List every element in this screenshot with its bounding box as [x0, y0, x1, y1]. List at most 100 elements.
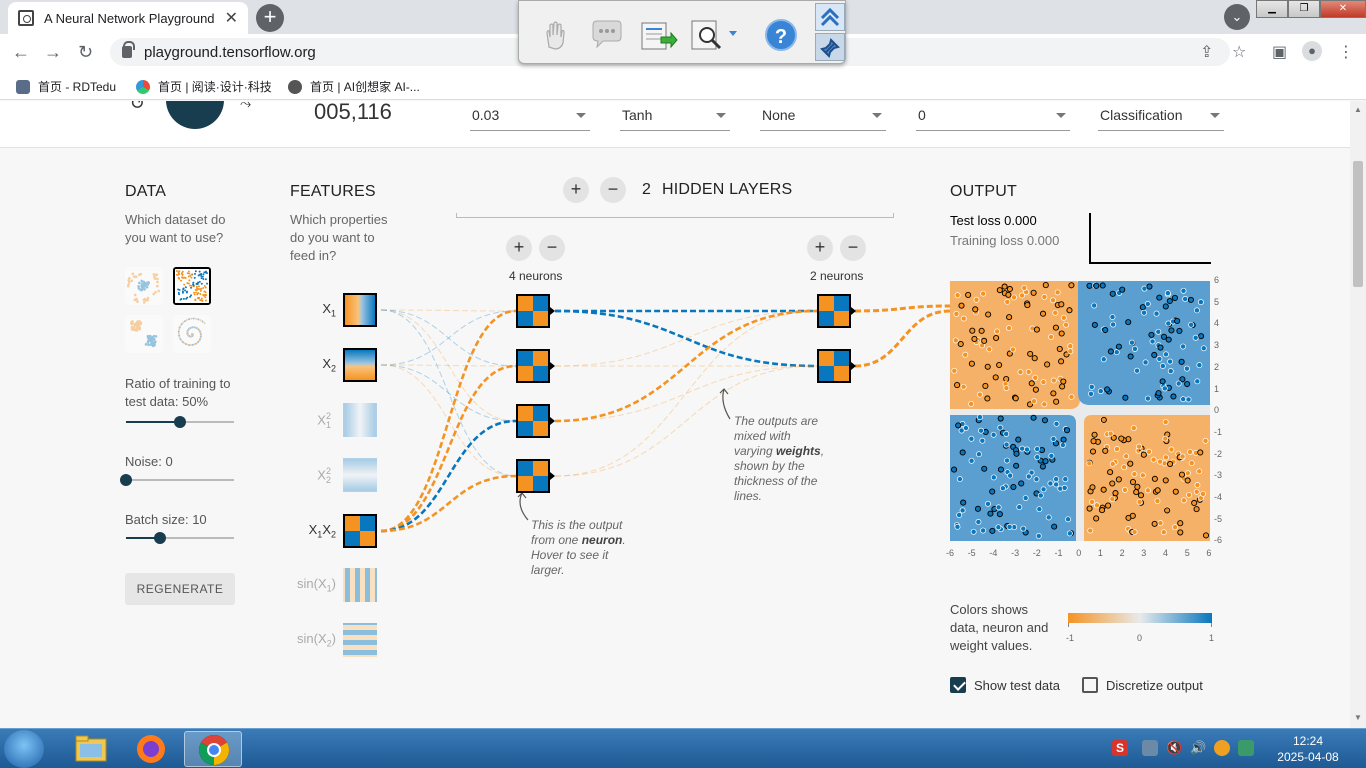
maximize-icon[interactable]: ❐: [1288, 0, 1320, 18]
add-neuron-layer1-button[interactable]: +: [506, 235, 532, 261]
heatmap-region: [950, 281, 1080, 409]
color-legend-bar: [1068, 613, 1212, 623]
neuron-node[interactable]: [516, 349, 550, 383]
data-point: [1066, 530, 1073, 537]
data-point: [1099, 282, 1106, 289]
weight-link: [554, 365, 818, 422]
start-button-icon[interactable]: [4, 730, 44, 768]
discretize-output-checkbox[interactable]: Discretize output: [1082, 677, 1203, 693]
add-layer-button[interactable]: +: [563, 177, 589, 203]
firefox-icon[interactable]: [122, 731, 180, 767]
taskbar-clock[interactable]: 12:24 2025-04-08: [1268, 733, 1348, 765]
menu-kebab-icon[interactable]: ⋮: [1338, 42, 1354, 62]
feature-node[interactable]: [343, 514, 377, 548]
note-bold: neuron: [581, 533, 623, 547]
neuron-node[interactable]: [817, 349, 851, 383]
data-point: [1041, 294, 1048, 300]
bookmark-item[interactable]: 首页 - RDTedu: [16, 78, 116, 95]
volume-icon[interactable]: 🔊: [1190, 740, 1206, 756]
data-point: [1051, 523, 1058, 530]
data-point: [1090, 438, 1097, 445]
minimize-icon[interactable]: ▁: [1256, 0, 1288, 18]
output-heatmap[interactable]: [950, 281, 1210, 541]
export-document-icon[interactable]: [639, 17, 678, 53]
feature-node[interactable]: [343, 293, 377, 327]
add-neuron-layer2-button[interactable]: +: [807, 235, 833, 261]
network-tray-icon[interactable]: [1142, 740, 1158, 756]
remove-neuron-layer1-button[interactable]: −: [539, 235, 565, 261]
help-icon[interactable]: ?: [765, 19, 797, 51]
scroll-up-icon[interactable]: ▲: [1354, 105, 1362, 114]
feature-label: X2: [322, 356, 336, 374]
reload-icon[interactable]: ↻: [78, 42, 93, 63]
comment-tool-icon[interactable]: [589, 17, 625, 53]
weight-link: [854, 309, 951, 368]
tray-monitor-icon[interactable]: [1238, 740, 1254, 756]
checkbox-checked-icon[interactable]: [950, 677, 966, 693]
y-tick-label: -5: [1214, 513, 1223, 524]
scrollbar-thumb[interactable]: [1353, 161, 1363, 287]
share-icon[interactable]: ⇪: [1200, 42, 1213, 62]
feature-node[interactable]: [343, 348, 377, 382]
browser-tab[interactable]: A Neural Network Playground ✕: [8, 2, 248, 34]
side-panel-icon[interactable]: ▣: [1272, 42, 1287, 62]
pin-icon[interactable]: [815, 33, 845, 61]
data-point: [1027, 350, 1034, 357]
data-point: [1004, 457, 1010, 464]
data-point: [1060, 378, 1067, 385]
data-point: [1172, 524, 1178, 531]
neuron-node[interactable]: [516, 459, 550, 493]
data-point: [1157, 344, 1164, 351]
tray-app-icon[interactable]: [1214, 740, 1230, 756]
feature-node[interactable]: [343, 623, 377, 657]
scroll-down-icon[interactable]: ▼: [1354, 713, 1362, 722]
feature-node[interactable]: [343, 568, 377, 602]
profile-avatar-icon[interactable]: ●: [1302, 41, 1322, 61]
file-explorer-icon[interactable]: [62, 731, 120, 767]
new-tab-button[interactable]: +: [256, 4, 284, 32]
tab-close-icon[interactable]: ✕: [225, 8, 238, 28]
close-window-icon[interactable]: ✕: [1320, 0, 1366, 18]
data-point: [981, 337, 988, 344]
checkbox-unchecked-icon[interactable]: [1082, 677, 1098, 693]
sogou-input-icon[interactable]: S: [1112, 740, 1128, 756]
page-scrollbar[interactable]: ▲ ▼: [1350, 101, 1366, 728]
data-point: [1168, 327, 1175, 334]
bookmark-item[interactable]: 首页 | AI创想家 AI-...: [288, 78, 420, 95]
data-point: [980, 290, 987, 297]
zoom-search-icon[interactable]: [689, 17, 737, 53]
data-point: [1133, 489, 1140, 496]
data-point: [1197, 449, 1204, 456]
neuron-node[interactable]: [817, 294, 851, 328]
chrome-icon[interactable]: [184, 731, 242, 767]
mute-speaker-icon[interactable]: 🔇: [1166, 740, 1182, 756]
data-point: [951, 367, 958, 374]
bookmark-item[interactable]: 首页 | 阅读·设计·科技: [136, 78, 272, 95]
back-icon[interactable]: ←: [12, 42, 30, 63]
data-point: [1119, 286, 1126, 293]
feature-node[interactable]: [343, 403, 377, 437]
show-test-data-checkbox[interactable]: Show test data: [950, 677, 1060, 693]
tab-search-chevron-icon[interactable]: ⌄: [1224, 4, 1250, 30]
y-tick-label: 2: [1214, 361, 1220, 372]
feature-label: X12: [317, 411, 331, 430]
data-point: [1017, 369, 1024, 376]
neuron-node[interactable]: [516, 404, 550, 438]
data-point: [1058, 301, 1065, 308]
remove-neuron-layer2-button[interactable]: −: [840, 235, 866, 261]
forward-icon[interactable]: →: [44, 42, 62, 63]
x-tick-label: 4: [1163, 548, 1169, 558]
data-point: [1097, 388, 1104, 395]
data-point: [1144, 301, 1151, 307]
feature-node[interactable]: [343, 458, 377, 492]
neuron-node[interactable]: [516, 294, 550, 328]
remove-layer-button[interactable]: −: [600, 177, 626, 203]
bookmark-star-icon[interactable]: ☆: [1232, 42, 1246, 62]
x-tick-label: 3: [1141, 548, 1147, 558]
data-point: [1059, 442, 1066, 449]
collapse-up-icon[interactable]: [815, 3, 845, 31]
data-point: [1107, 430, 1114, 437]
x-tick-label: 5: [1184, 548, 1190, 558]
data-point: [997, 424, 1004, 431]
hand-tool-icon[interactable]: [537, 17, 573, 53]
